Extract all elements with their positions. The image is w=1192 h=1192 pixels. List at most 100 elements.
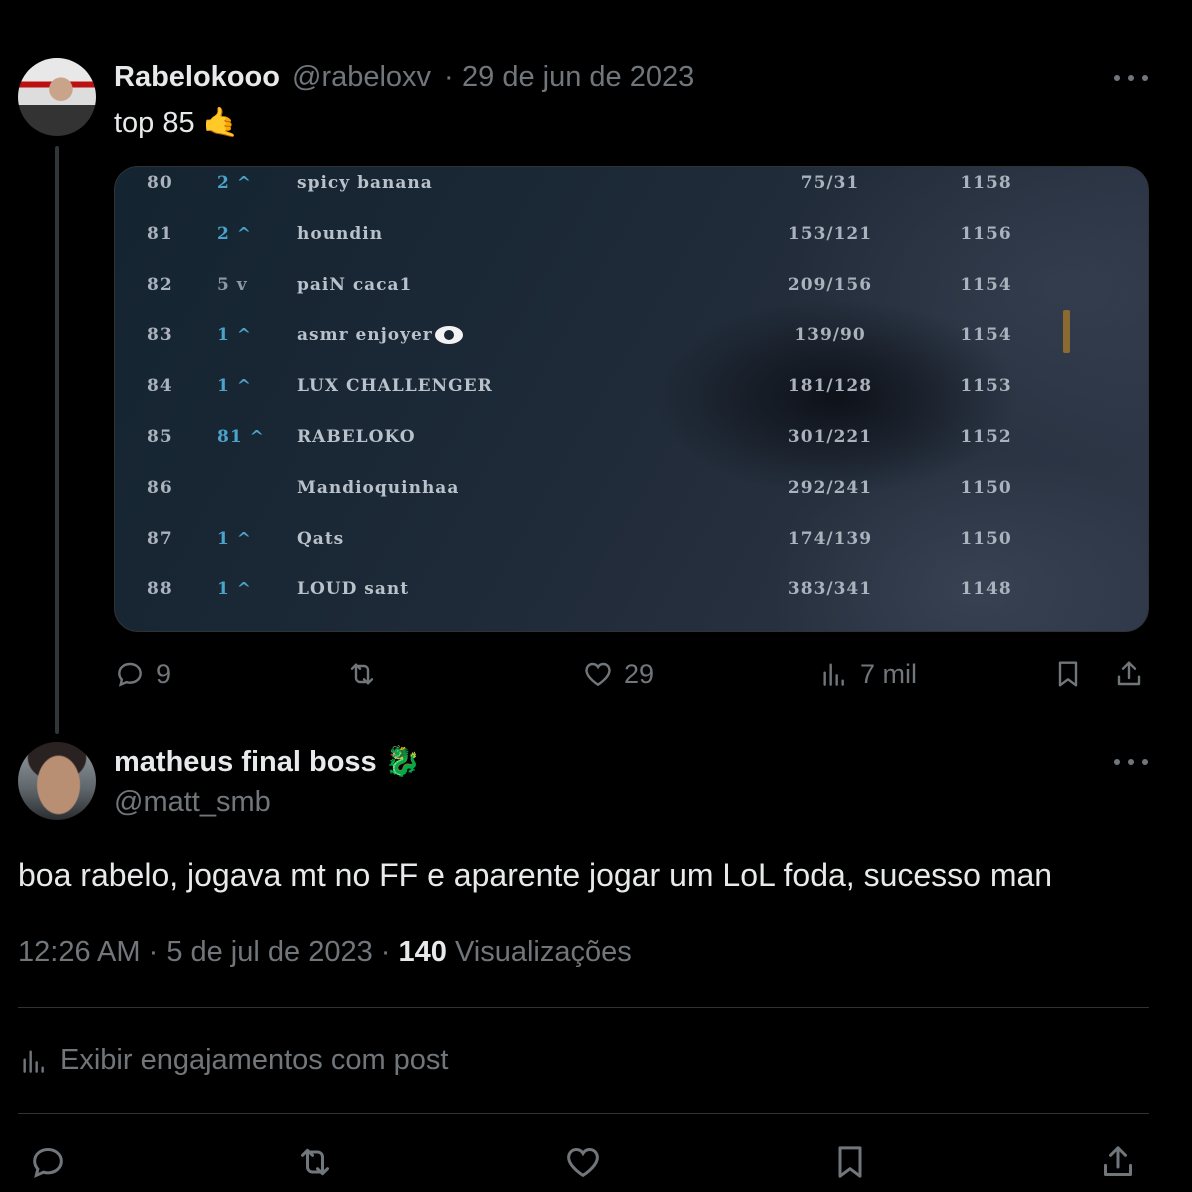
leaderboard-win-loss: 209/156 <box>787 274 873 295</box>
author-handle[interactable]: @matt_smb <box>114 786 271 819</box>
reply-button[interactable]: 9 <box>114 658 171 690</box>
bookmark-icon <box>838 1146 862 1178</box>
views-count: 140 <box>398 936 447 968</box>
post-text: boa rabelo, jogava mt no FF e aparente j… <box>18 857 1053 893</box>
like-icon <box>585 662 611 687</box>
thread-line <box>55 146 59 734</box>
leaderboard-win-loss: 174/139 <box>787 528 873 549</box>
avatar-rabelokooo[interactable] <box>18 58 96 136</box>
leaderboard-player-name: asmr enjoyer <box>297 325 433 346</box>
more-icon[interactable] <box>1114 73 1148 83</box>
share-icon <box>1117 661 1141 686</box>
leaderboard-win-loss: 181/128 <box>787 376 873 397</box>
divider <box>18 1113 1149 1114</box>
separator-dot: · <box>380 936 399 968</box>
leaderboard-player-name: LOUD sant <box>297 579 410 600</box>
more-icon[interactable] <box>1114 757 1148 767</box>
eye-icon <box>435 326 463 345</box>
leaderboard-win-loss: 153/121 <box>787 223 873 244</box>
views-count: 7 mil <box>860 658 918 689</box>
leaderboard-rank: 87 <box>147 528 173 549</box>
reply-button[interactable] <box>28 1142 68 1187</box>
leaderboard-row: 82 5 v paiN caca1 209/156 1154 <box>115 273 1148 324</box>
author-handle[interactable]: @rabeloxv <box>292 61 431 94</box>
reply-count: 9 <box>156 658 172 689</box>
leaderboard-row: 86 Mandioquinhaa 292/241 1150 <box>115 476 1148 527</box>
leaderboard-image[interactable]: 80 2 ^ spicy banana 75/31 1158 81 2 ^ houndin 15… <box>114 166 1149 632</box>
post-meta: 12:26 AM · 5 de jul de 2023 · 140 Visual… <box>18 936 632 969</box>
views-button[interactable]: 7 mil <box>818 658 917 690</box>
leaderboard-rank-change: 1 ^ <box>217 325 252 346</box>
like-button[interactable] <box>563 1142 603 1187</box>
leaderboard-player-name: Qats <box>297 528 345 549</box>
like-icon <box>567 1147 599 1178</box>
leaderboard-rank-change: 2 ^ <box>217 223 252 244</box>
leaderboard-rank-change: 1 ^ <box>217 579 252 600</box>
leaderboard-row: 85 81 ^ RABELOKO 301/221 1152 <box>115 425 1148 476</box>
bookmark-icon <box>1058 661 1078 687</box>
leaderboard-player-name: Mandioquinhaa <box>297 477 460 498</box>
leaderboard-points: 1153 <box>960 376 1012 397</box>
divider <box>18 1007 1149 1008</box>
share-icon <box>1104 1146 1132 1176</box>
views-icon <box>23 1049 44 1073</box>
leaderboard-points: 1150 <box>960 477 1012 498</box>
leaderboard-win-loss: 383/341 <box>787 579 873 600</box>
leaderboard-win-loss: 75/31 <box>800 173 860 193</box>
reply-icon <box>33 1147 63 1178</box>
leaderboard-rank: 83 <box>147 325 173 346</box>
leaderboard-row: 88 1 ^ LOUD sant 383/341 1148 <box>115 577 1148 628</box>
engagements-label: Exibir engajamentos com post <box>60 1044 449 1076</box>
post-date[interactable]: 29 de jun de 2023 <box>462 61 694 94</box>
leaderboard-win-loss: 139/90 <box>794 325 866 346</box>
share-button[interactable] <box>1113 658 1145 690</box>
leaderboard-row: 80 2 ^ spicy banana 75/31 1158 <box>115 171 1148 222</box>
retweet-button[interactable] <box>346 658 378 690</box>
leaderboard-rank-change: 81 ^ <box>217 427 265 447</box>
views-icon <box>823 663 844 686</box>
like-button[interactable]: 29 <box>582 658 654 690</box>
like-count: 29 <box>624 658 655 689</box>
leaderboard-points: 1148 <box>960 579 1012 600</box>
leaderboard-row: 83 1 ^ asmr enjoyer 139/90 1154 <box>115 323 1148 374</box>
leaderboard-player-name: houndin <box>297 223 384 244</box>
leaderboard-win-loss: 292/241 <box>787 477 873 498</box>
leaderboard-player-name: spicy banana <box>297 173 433 193</box>
reply-icon <box>118 662 142 687</box>
leaderboard-points: 1154 <box>960 325 1012 346</box>
leaderboard-rank-change: 2 ^ <box>217 173 252 193</box>
retweet-icon <box>350 663 374 685</box>
bookmark-button[interactable] <box>1052 658 1084 690</box>
leaderboard-points: 1156 <box>960 223 1012 244</box>
leaderboard-player-name: LUX CHALLENGER <box>297 376 493 397</box>
retweet-button[interactable] <box>295 1142 335 1187</box>
leaderboard-player-name: paiN caca1 <box>297 274 413 295</box>
avatar-matt-smb[interactable] <box>18 742 96 820</box>
leaderboard-points: 1158 <box>960 173 1012 193</box>
leaderboard-row: 84 1 ^ LUX CHALLENGER 181/128 1153 <box>115 374 1148 425</box>
leaderboard-rank: 82 <box>147 274 173 295</box>
views-label: Visualizações <box>454 936 632 968</box>
leaderboard-rank: 84 <box>147 376 173 397</box>
share-button[interactable] <box>1098 1142 1138 1187</box>
separator-dot: · <box>148 936 167 968</box>
leaderboard-rank: 80 <box>147 173 173 193</box>
leaderboard-points: 1154 <box>960 274 1012 295</box>
leaderboard-player-name: RABELOKO <box>297 427 416 447</box>
post-text: top 85 🤙 <box>114 107 239 139</box>
separator-dot: · <box>444 61 454 93</box>
leaderboard-points: 1150 <box>960 528 1012 549</box>
leaderboard-rank: 85 <box>147 427 173 447</box>
bookmark-button[interactable] <box>830 1142 870 1187</box>
leaderboard-rank-change: 1 ^ <box>217 528 252 549</box>
post-time[interactable]: 12:26 AM <box>18 936 141 968</box>
leaderboard-rank-change: 1 ^ <box>217 376 252 397</box>
post-date[interactable]: 5 de jul de 2023 <box>166 936 372 968</box>
author-name[interactable]: Rabelokooo <box>114 61 280 94</box>
leaderboard-rank: 88 <box>147 579 173 600</box>
leaderboard-row: 81 2 ^ houndin 153/121 1156 <box>115 222 1148 273</box>
view-engagements-link[interactable]: Exibir engajamentos com post <box>18 1044 448 1077</box>
leaderboard-points: 1152 <box>960 427 1012 447</box>
leaderboard-row: 87 1 ^ Qats 174/139 1150 <box>115 527 1148 578</box>
author-name[interactable]: matheus final boss 🐉 <box>114 745 421 779</box>
